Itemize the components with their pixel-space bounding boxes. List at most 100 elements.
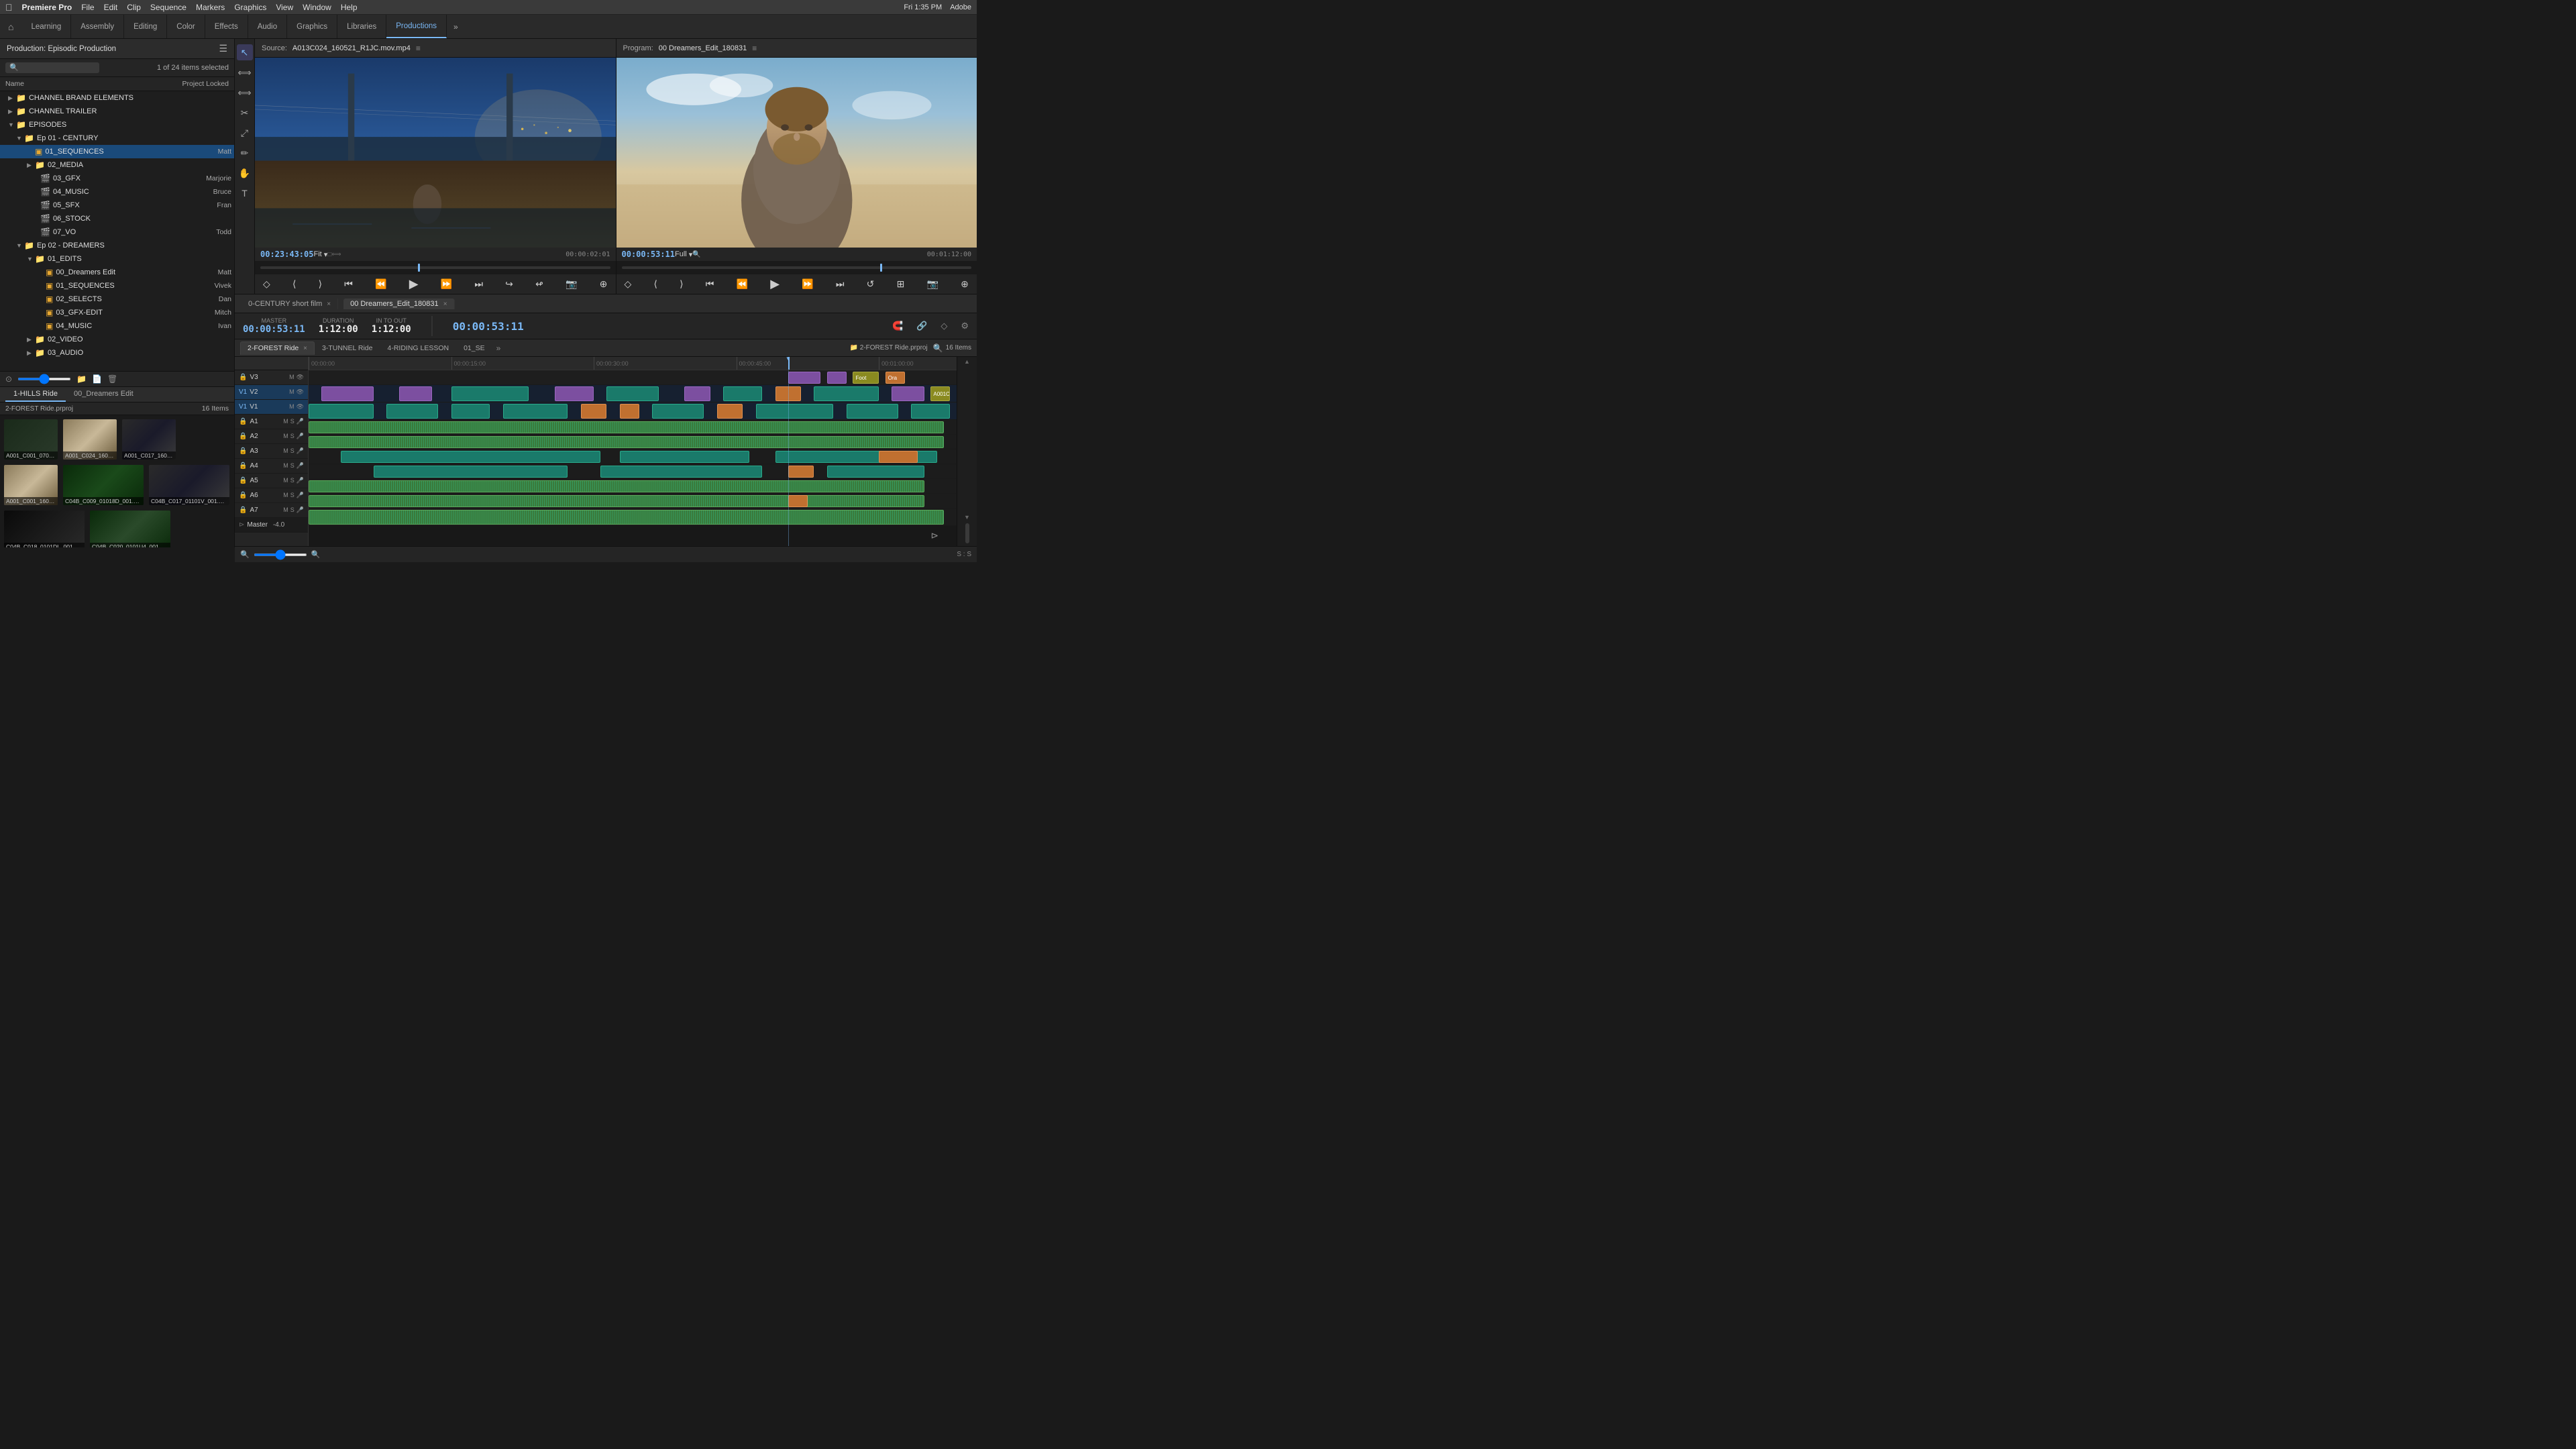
- track-lock-icon[interactable]: V1: [239, 403, 247, 411]
- track-mic-a6[interactable]: 🎤: [297, 492, 304, 499]
- clip-v1-10[interactable]: [847, 404, 898, 419]
- track-toggle-v2[interactable]: M: [289, 388, 294, 396]
- track-lock-icon[interactable]: 🔒: [239, 418, 247, 425]
- timeline-scroll-down[interactable]: ▼: [964, 514, 970, 521]
- clip-v1-6[interactable]: [620, 404, 639, 419]
- clip-v2-2[interactable]: [399, 386, 431, 401]
- clip-v1-2[interactable]: [386, 404, 438, 419]
- clip-v1-4[interactable]: [503, 404, 568, 419]
- program-export-frame[interactable]: 📷: [924, 278, 941, 290]
- track-mic-a2[interactable]: 🎤: [297, 433, 304, 440]
- clip-v1-5[interactable]: [581, 404, 607, 419]
- tool-ripple-edit[interactable]: ⟺: [237, 85, 253, 101]
- program-go-out[interactable]: ⏭: [833, 278, 847, 290]
- track-lock-icon[interactable]: V1: [239, 388, 247, 396]
- bin-thumbnail-6[interactable]: C04B_C017_01101V_001.mp4: [149, 465, 229, 505]
- track-expand-icon[interactable]: ⊳: [239, 521, 244, 529]
- clip-a6-1[interactable]: [309, 495, 924, 507]
- track-s-a7[interactable]: S: [290, 506, 294, 514]
- track-lock-icon[interactable]: 🔒: [239, 506, 247, 514]
- bin-search-icon[interactable]: 🔍: [933, 343, 943, 353]
- track-lock-icon[interactable]: 🔒: [239, 477, 247, 484]
- clip-v2-10[interactable]: [892, 386, 924, 401]
- clip-v2-11[interactable]: A001C00: [930, 386, 950, 401]
- menu-sequence[interactable]: Sequence: [150, 3, 186, 12]
- program-in-point[interactable]: ⟨: [651, 278, 659, 290]
- clip-v1-7[interactable]: [652, 404, 704, 419]
- timeline-tab-dreamers[interactable]: 00 Dreamers_Edit_180831 ×: [343, 299, 454, 309]
- tab-productions[interactable]: Productions: [386, 15, 447, 38]
- seq-tab-01se[interactable]: 01_SE: [456, 341, 492, 355]
- clip-v2-4[interactable]: [555, 386, 594, 401]
- clip-v3-1[interactable]: [788, 372, 820, 384]
- track-s-a3[interactable]: S: [290, 447, 294, 455]
- program-out-point[interactable]: ⟩: [677, 278, 686, 290]
- track-mic-a3[interactable]: 🎤: [297, 447, 304, 455]
- project-zoom-slider[interactable]: ⊙: [5, 374, 12, 384]
- clip-a3-4[interactable]: [879, 451, 918, 463]
- clip-a4-3[interactable]: [788, 466, 814, 478]
- timeline-tab-century[interactable]: 0-CENTURY short film ×: [241, 299, 338, 309]
- source-add-marker[interactable]: ◇: [260, 278, 273, 290]
- track-m-a3[interactable]: M: [283, 447, 288, 455]
- project-zoom-range[interactable]: [17, 378, 71, 380]
- track-lock-icon[interactable]: 🔒: [239, 462, 247, 470]
- tab-audio[interactable]: Audio: [248, 15, 287, 38]
- bin-thumbnail-7[interactable]: C04B_C018_0101DL_001.mp4: [4, 511, 85, 547]
- track-s-a6[interactable]: S: [290, 492, 294, 499]
- tree-item-ep02[interactable]: ▼ 📁 Ep 02 - DREAMERS: [0, 239, 234, 252]
- tree-item-dreamers-edit[interactable]: ▣ 00_Dreamers Edit Matt: [0, 266, 234, 279]
- track-toggle-v3[interactable]: M: [289, 374, 294, 381]
- menu-help[interactable]: Help: [341, 3, 358, 12]
- tree-item-04-music[interactable]: 🎬 04_MUSIC Bruce: [0, 185, 234, 199]
- tree-item-01-edits[interactable]: ▼ 📁 01_EDITS: [0, 252, 234, 266]
- track-s-a4[interactable]: S: [290, 462, 294, 470]
- tool-hand[interactable]: ✋: [237, 165, 253, 181]
- bin-tab-hills-ride[interactable]: 1-HILLS Ride: [5, 387, 66, 402]
- clip-v3-foot[interactable]: Foot: [853, 372, 879, 384]
- tree-item-02-media[interactable]: ▶ 📁 02_MEDIA: [0, 158, 234, 172]
- track-mic-a5[interactable]: 🎤: [297, 477, 304, 484]
- tool-pen[interactable]: ✏: [237, 145, 253, 161]
- clip-v2-6[interactable]: [684, 386, 710, 401]
- clip-a5-1[interactable]: [309, 480, 924, 492]
- menu-graphics[interactable]: Graphics: [234, 3, 266, 12]
- tree-item-channel-brand[interactable]: ▶ 📁 CHANNEL BRAND ELEMENTS: [0, 91, 234, 105]
- clip-v1-9[interactable]: [756, 404, 834, 419]
- tree-item-03-audio[interactable]: ▶ 📁 03_AUDIO: [0, 346, 234, 360]
- bin-thumbnail-8[interactable]: C04B_C020_0101U4_001.mp4: [90, 511, 170, 547]
- track-mic-a4[interactable]: 🎤: [297, 462, 304, 470]
- track-s-a5[interactable]: S: [290, 477, 294, 484]
- timeline-zoom-in[interactable]: 🔍: [311, 550, 321, 559]
- track-m-a5[interactable]: M: [283, 477, 288, 484]
- source-step-fwd[interactable]: ⏩: [438, 278, 455, 290]
- bin-thumbnail-4[interactable]: A001_C001_1604A_001.mp4: [4, 465, 58, 505]
- source-in-point[interactable]: ⟨: [290, 278, 299, 290]
- menu-view[interactable]: View: [276, 3, 293, 12]
- track-lock-icon[interactable]: 🔒: [239, 433, 247, 440]
- tab-learning[interactable]: Learning: [21, 15, 71, 38]
- track-eye-v2[interactable]: 👁: [297, 388, 304, 396]
- source-add[interactable]: ⊕: [597, 278, 610, 290]
- tree-item-03-gfx[interactable]: 🎬 03_GFX Marjorie: [0, 172, 234, 185]
- track-s-a1[interactable]: S: [290, 418, 294, 425]
- menu-file[interactable]: File: [81, 3, 94, 12]
- track-toggle-v1[interactable]: M: [289, 403, 294, 411]
- new-bin-icon[interactable]: 📁: [76, 374, 87, 384]
- source-camera[interactable]: 📷: [563, 278, 580, 290]
- source-scrubber[interactable]: [255, 261, 616, 274]
- timeline-link-tool[interactable]: 🔗: [916, 321, 927, 331]
- tab-libraries[interactable]: Libraries: [337, 15, 386, 38]
- track-lock-icon[interactable]: 🔒: [239, 447, 247, 455]
- more-sequence-tabs[interactable]: »: [492, 343, 505, 353]
- tool-razor[interactable]: ✂: [237, 105, 253, 121]
- source-insert[interactable]: ↪: [502, 278, 516, 290]
- clip-v3-ora[interactable]: Ora: [885, 372, 905, 384]
- home-button[interactable]: ⌂: [0, 21, 21, 32]
- project-menu-icon[interactable]: ☰: [219, 43, 227, 54]
- clip-a4-4[interactable]: [827, 466, 924, 478]
- source-go-in[interactable]: ⏮: [341, 278, 356, 290]
- menu-window[interactable]: Window: [303, 3, 331, 12]
- clip-v2-8[interactable]: [775, 386, 802, 401]
- track-lock-icon[interactable]: 🔒: [239, 492, 247, 499]
